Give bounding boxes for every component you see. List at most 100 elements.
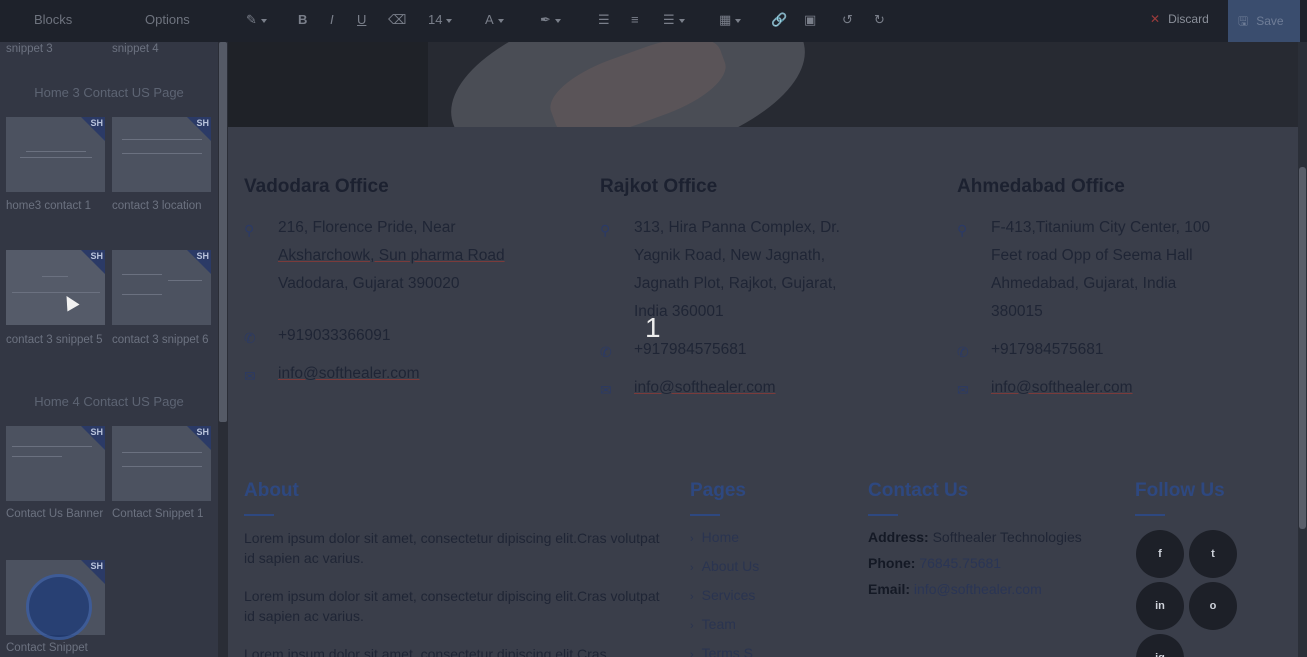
italic-icon[interactable]: I — [330, 10, 334, 30]
facebook-icon[interactable]: f — [1136, 530, 1184, 578]
email-label: Email: — [868, 581, 911, 597]
snippet-caption: contact 3 snippet 5 — [6, 334, 103, 346]
office-card: Rajkot Office ⚲ 313, Hira Panna Complex,… — [600, 176, 920, 402]
phone-icon: ✆ — [600, 344, 612, 360]
snippet-thumbnail[interactable]: SH — [6, 250, 105, 325]
sidebar-scrollbar[interactable] — [218, 42, 228, 657]
page-scrollbar[interactable] — [1298, 42, 1307, 657]
snippet-caption: snippet 3 — [6, 43, 53, 55]
footer-contact-heading: Contact Us — [868, 480, 969, 501]
link-label: Team — [701, 616, 736, 632]
email-link[interactable]: info@softhealer.com — [991, 379, 1133, 396]
office-email: ✉ info@softhealer.com — [600, 374, 920, 402]
highlight-icon[interactable]: ✒ — [540, 10, 561, 30]
snippet-thumbnail[interactable]: SH — [6, 117, 105, 192]
office-title: Ahmedabad Office — [957, 176, 1125, 197]
instagram-icon[interactable]: ig — [1136, 634, 1184, 657]
snippet-caption: Contact Snippet — [6, 642, 88, 654]
badge-logo: SH — [90, 118, 103, 128]
office-card: Vadodara Office ⚲ 216, Florence Pride, N… — [244, 176, 564, 388]
office-phone: ✆ +917984575681 — [957, 336, 1277, 364]
underline-icon[interactable]: U — [357, 10, 366, 30]
address-value: Softhealer Technologies — [932, 529, 1082, 545]
office-title: Vadodara Office — [244, 176, 389, 197]
tab-options[interactable]: Options — [145, 12, 190, 27]
footer-email: Email: info@softhealer.com — [868, 581, 1042, 597]
chat-bot-icon[interactable] — [26, 574, 92, 640]
envelope-icon: ✉ — [957, 382, 969, 398]
tab-blocks[interactable]: Blocks — [34, 12, 72, 27]
style-pen-icon[interactable]: ✎ — [246, 10, 267, 30]
address-line: Jagnath Plot, Rajkot, Gujarat, — [634, 275, 837, 292]
badge-logo: SH — [196, 118, 209, 128]
footer-link-services[interactable]: › Services — [690, 587, 755, 603]
heading-underline — [690, 514, 720, 516]
snippet-caption: snippet 4 — [112, 43, 159, 55]
discard-button[interactable]: ✕ Discard — [1150, 12, 1209, 26]
link-label: Services — [701, 587, 756, 603]
address-line: 313, Hira Panna Complex, Dr. — [634, 219, 840, 236]
email-link[interactable]: info@softhealer.com — [634, 379, 776, 396]
redo-icon[interactable]: ↻ — [874, 10, 885, 30]
email-link[interactable]: info@softhealer.com — [914, 581, 1042, 597]
footer-link-about[interactable]: › About Us — [690, 558, 759, 574]
eraser-icon[interactable]: ⌫ — [388, 10, 406, 30]
phone-value: 76845.75681 — [919, 555, 1002, 571]
footer-link-team[interactable]: › Team — [690, 616, 736, 632]
address-line: F-413,Titanium City Center, 100 — [991, 219, 1211, 236]
save-label: Save — [1256, 14, 1284, 28]
chevron-right-icon: › — [690, 562, 694, 574]
scrollbar-thumb[interactable] — [219, 42, 227, 422]
badge-logo: SH — [196, 251, 209, 261]
snippet-thumbnail[interactable]: SH — [112, 426, 211, 501]
table-icon[interactable]: ▦ — [719, 10, 742, 30]
twitter-icon[interactable]: t — [1189, 530, 1237, 578]
save-icon: 🖫 — [1238, 14, 1249, 28]
heading-underline — [868, 514, 898, 516]
linkedin-icon[interactable]: in — [1136, 582, 1184, 630]
address-line: Yagnik Road, New Jagnath, — [634, 247, 825, 264]
discard-label: Discard — [1168, 12, 1209, 26]
bold-icon[interactable]: B — [298, 10, 307, 30]
link-icon[interactable]: 🔗 — [771, 10, 787, 30]
badge-logo: SH — [196, 427, 209, 437]
address-line: Aksharchowk, Sun pharma Road — [278, 247, 505, 264]
hero-image — [228, 42, 1298, 127]
address-line: India 360001 — [634, 303, 724, 320]
snippet-thumbnail[interactable]: SH — [6, 426, 105, 501]
snippet-thumbnail[interactable]: SH — [112, 250, 211, 325]
snippet-thumbnail[interactable]: SH — [112, 117, 211, 192]
github-icon[interactable]: o — [1189, 582, 1237, 630]
snippet-caption: contact 3 location — [112, 200, 202, 212]
footer-link-terms[interactable]: › Terms S — [690, 645, 753, 657]
about-paragraph: Lorem ipsum dolor sit amet, consectetur … — [244, 530, 660, 566]
unordered-list-icon[interactable]: ☰ — [598, 10, 610, 30]
heading-underline — [1135, 514, 1165, 516]
footer-phone: Phone: 76845.75681 — [868, 555, 1001, 571]
ordered-list-icon[interactable]: ≡ — [631, 10, 639, 30]
paragraph-align-icon[interactable]: ☰ — [663, 10, 685, 30]
footer-pages-heading: Pages — [690, 480, 746, 501]
step-number: 1 — [645, 312, 661, 343]
save-button[interactable]: 🖫 Save — [1228, 0, 1300, 42]
font-size-dropdown[interactable]: 14 — [428, 10, 453, 30]
office-title: Rajkot Office — [600, 176, 718, 197]
scrollbar-thumb[interactable] — [1299, 167, 1306, 529]
office-address: ⚲ 216, Florence Pride, Near Aksharchowk,… — [244, 214, 564, 298]
image-icon[interactable]: ▣ — [804, 10, 816, 30]
undo-icon[interactable]: ↺ — [842, 10, 853, 30]
address-line: 216, Florence Pride, Near — [278, 219, 456, 236]
chevron-right-icon: › — [690, 533, 694, 545]
email-link[interactable]: info@softhealer.com — [278, 365, 420, 382]
office-card: Ahmedabad Office ⚲ F-413,Titanium City C… — [957, 176, 1277, 402]
snippet-caption: home3 contact 1 — [6, 200, 92, 212]
address-line: Vadodara, Gujarat 390020 — [278, 275, 460, 292]
footer-link-home[interactable]: › Home — [690, 529, 739, 545]
office-address: ⚲ F-413,Titanium City Center, 100 Feet r… — [957, 214, 1277, 326]
font-size-value: 14 — [428, 12, 443, 27]
snippet-caption: Contact Snippet 1 — [112, 508, 204, 520]
office-email: ✉ info@softhealer.com — [244, 360, 564, 388]
font-color-icon[interactable]: A — [485, 10, 504, 30]
chevron-right-icon: › — [690, 591, 694, 603]
chevron-right-icon: › — [690, 649, 694, 657]
